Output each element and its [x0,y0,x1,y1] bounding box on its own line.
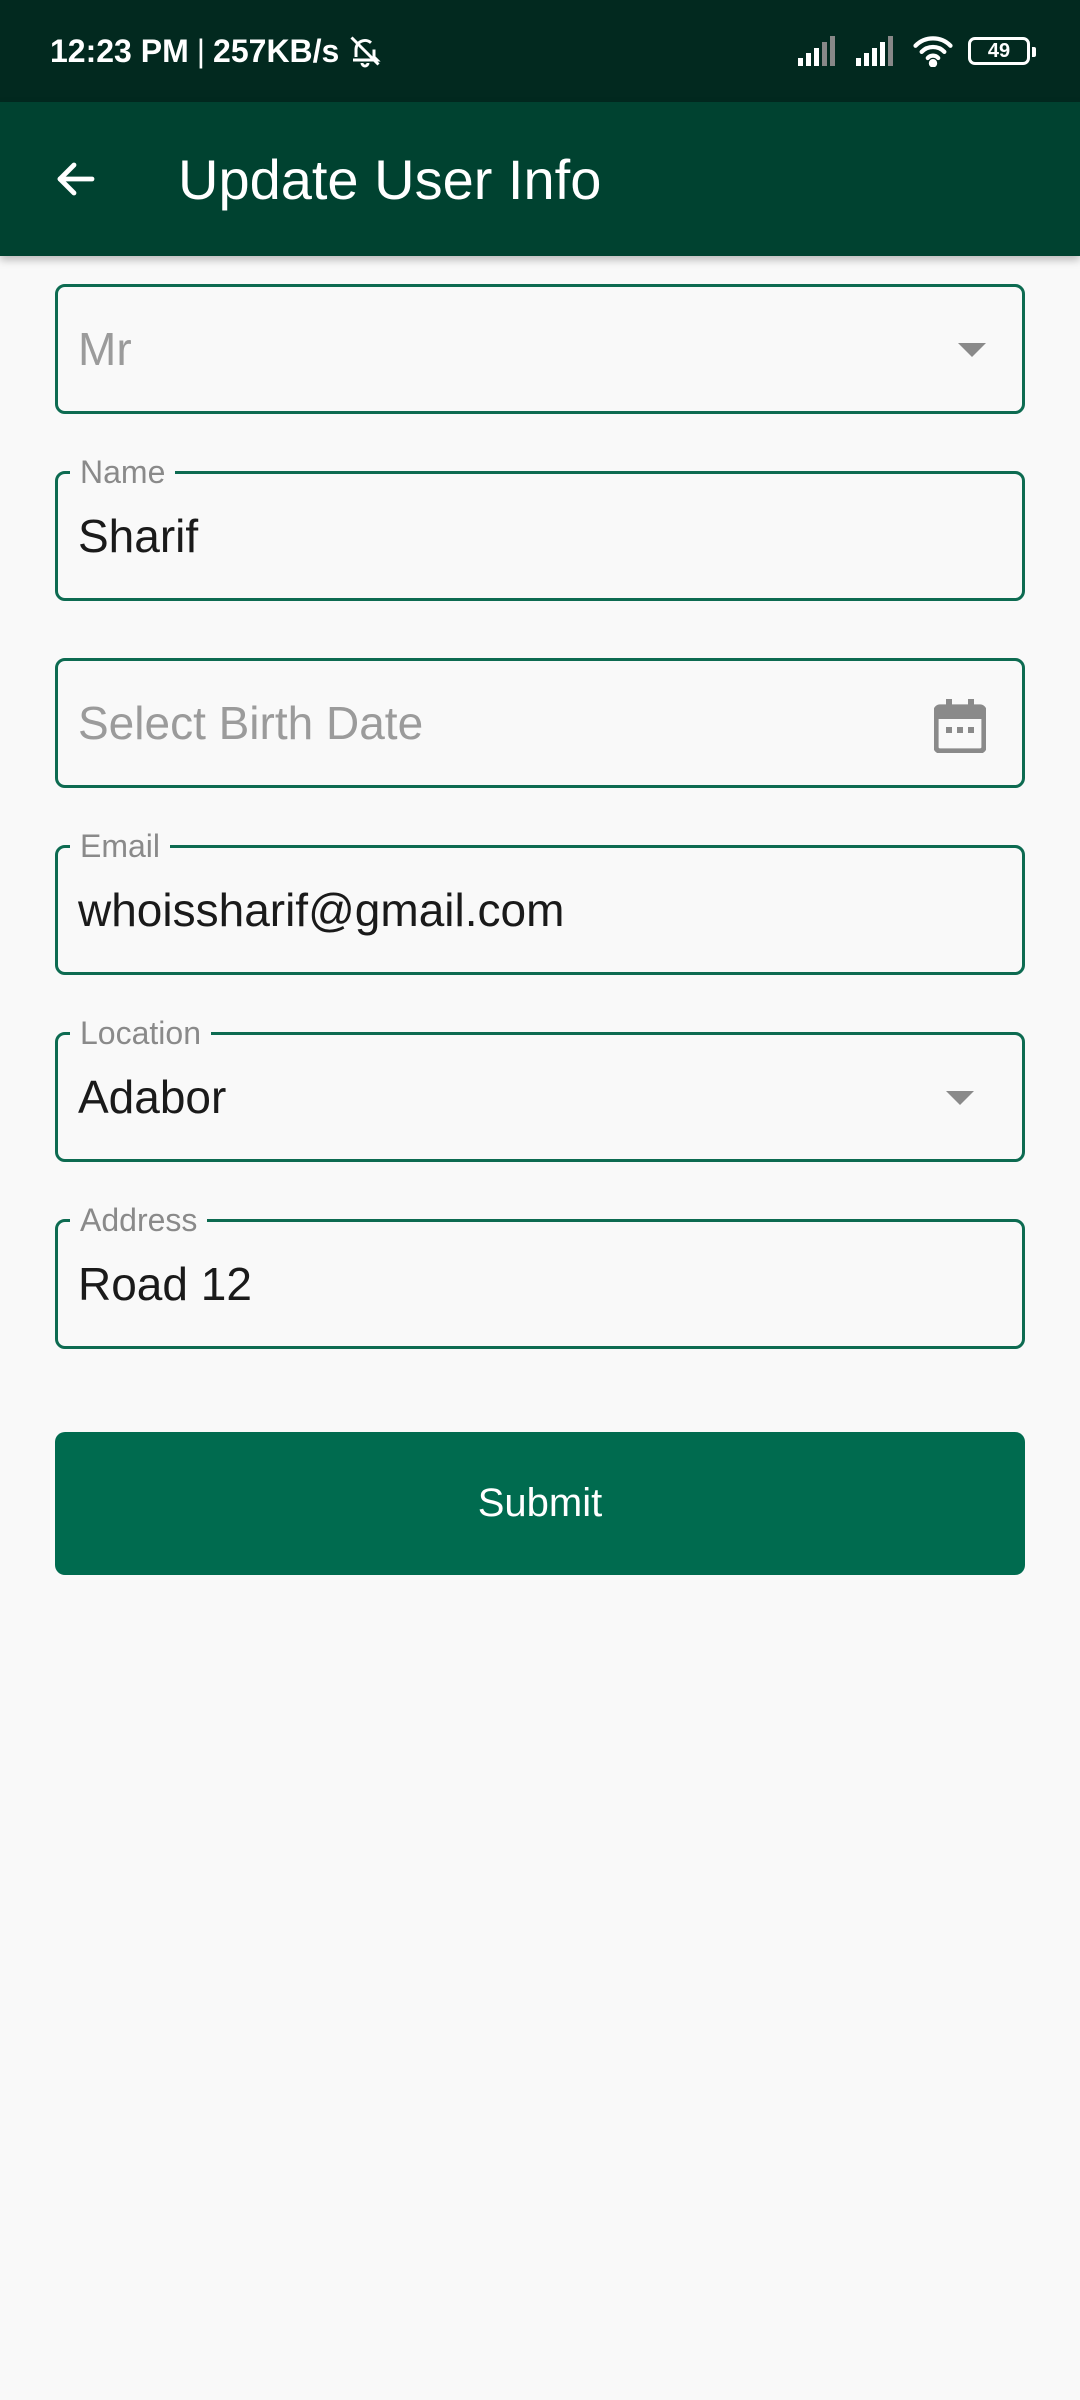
name-value: Sharif [78,510,199,562]
address-value: Road 12 [78,1258,252,1310]
address-field[interactable]: Address Road 12 [55,1200,1025,1349]
chevron-down-icon [958,343,986,357]
signal-icon [796,36,840,66]
status-separator: | [196,32,206,69]
address-label: Address [70,1200,208,1240]
status-time: 12:23 PM [50,32,189,69]
back-button[interactable] [36,139,116,219]
status-right: 49 [796,35,1036,67]
location-label: Location [70,1013,211,1053]
name-label: Name [70,452,176,492]
chevron-down-icon [946,1091,974,1105]
email-value: whoissharif@gmail.com [78,884,565,936]
status-bar: 12:23 PM | 257KB/s 49 [0,0,1080,102]
status-left: 12:23 PM | 257KB/s [50,33,383,70]
bell-off-icon [347,33,383,69]
submit-button[interactable]: Submit [55,1432,1025,1575]
calendar-icon[interactable] [933,699,987,758]
email-field[interactable]: Email whoissharif@gmail.com [55,826,1025,975]
salutation-value: Mr [78,323,132,375]
status-network-speed: 257KB/s [213,32,340,69]
location-dropdown[interactable]: Location Adabor [55,1013,1025,1162]
battery-level: 49 [987,39,1011,62]
signal-icon [854,36,898,66]
page-title: Update User Info [178,147,602,211]
name-field[interactable]: Name Sharif [55,452,1025,601]
birth-date-placeholder: Select Birth Date [78,697,424,749]
birth-date-field[interactable]: Select Birth Date [55,658,1025,788]
wifi-icon [912,35,954,67]
arrow-left-icon [52,155,100,203]
app-bar: Update User Info [0,102,1080,256]
location-value: Adabor [78,1071,227,1123]
email-label: Email [70,826,171,866]
battery-icon: 49 [968,37,1036,65]
salutation-dropdown[interactable]: Mr [55,284,1025,414]
